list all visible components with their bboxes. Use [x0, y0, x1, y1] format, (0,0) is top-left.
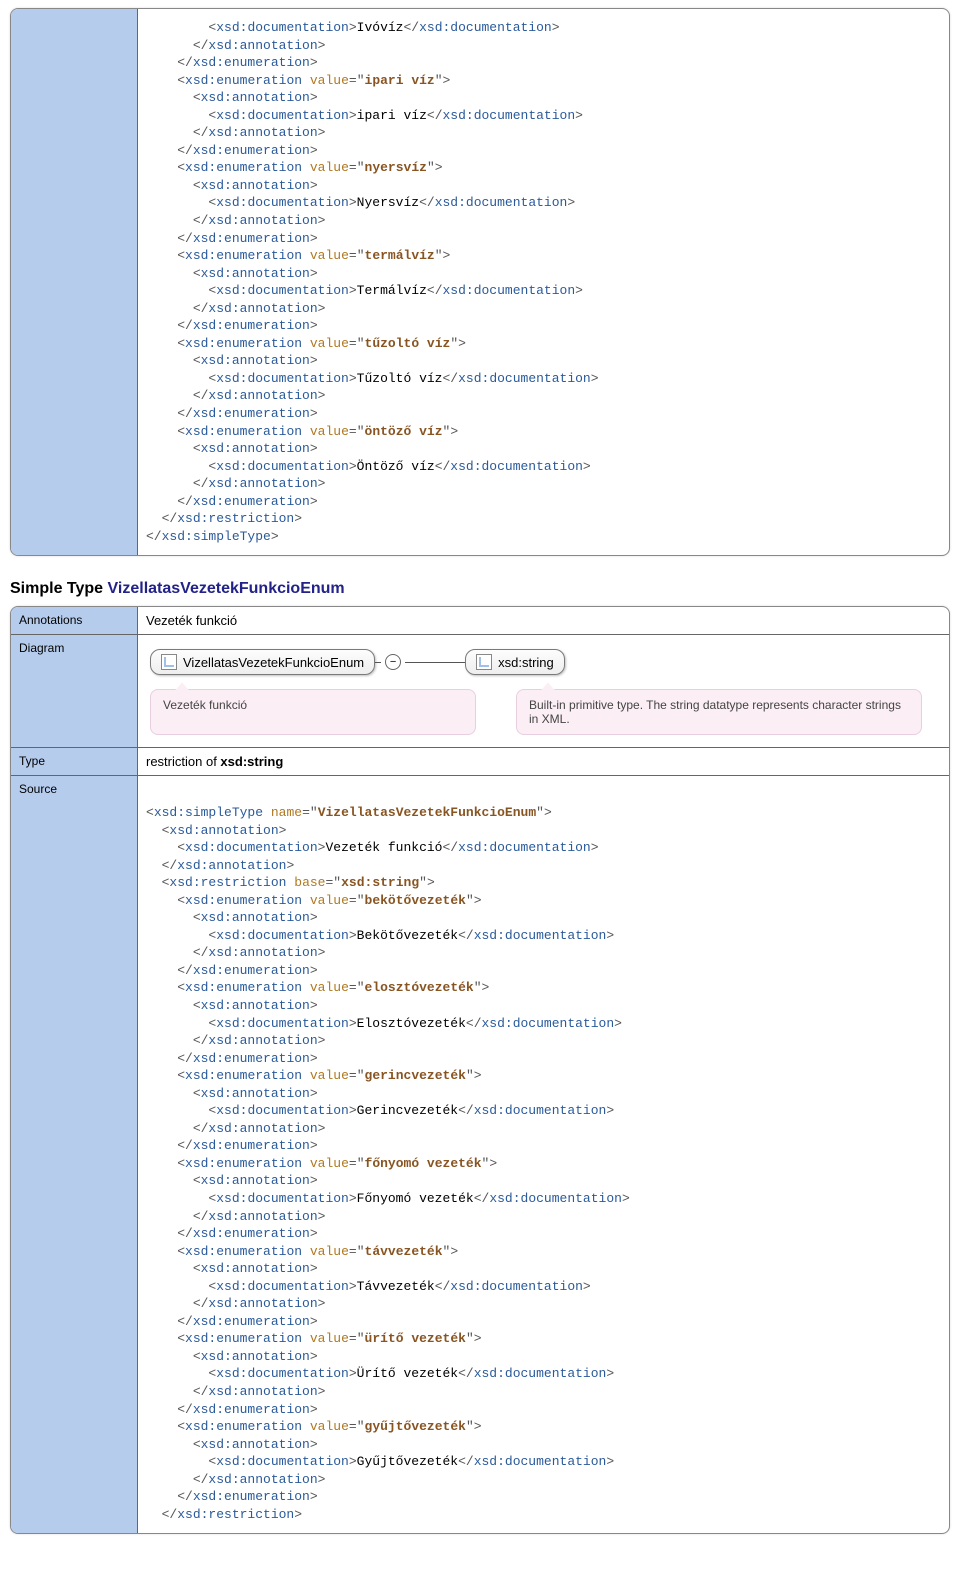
- type-prefix: restriction of: [146, 754, 220, 769]
- panel-source-partial: <xsd:documentation>Ivóvíz</xsd:documenta…: [10, 8, 950, 556]
- type-base: xsd:string: [220, 754, 283, 769]
- callout-right: Built-in primitive type. The string data…: [516, 689, 922, 735]
- source-cell-1: <xsd:documentation>Ivóvíz</xsd:documenta…: [138, 9, 950, 555]
- connector: [405, 662, 465, 663]
- label-blank: [11, 9, 138, 555]
- annotations-text: Vezeték funkció: [138, 607, 950, 635]
- connector: [375, 662, 381, 663]
- source-code-2: <xsd:simpleType name="VizellatasVezetekF…: [146, 786, 941, 1523]
- diagram-row: VizellatasVezetekFunkcioEnum − xsd:strin…: [150, 649, 937, 675]
- type-icon: [476, 654, 492, 670]
- type-icon: [161, 654, 177, 670]
- diagram-node-base[interactable]: xsd:string: [465, 649, 565, 675]
- diagram-node-type-label: VizellatasVezetekFunkcioEnum: [183, 655, 364, 670]
- label-annotations: Annotations: [11, 607, 138, 635]
- section-title-typename[interactable]: VizellatasVezetekFunkcioEnum: [108, 580, 345, 597]
- label-diagram: Diagram: [11, 635, 138, 748]
- source-cell-2: <xsd:simpleType name="VizellatasVezetekF…: [138, 776, 950, 1533]
- label-type: Type: [11, 748, 138, 776]
- type-value: restriction of xsd:string: [138, 748, 950, 776]
- section-title-prefix: Simple Type: [10, 580, 108, 597]
- source-code-1: <xsd:documentation>Ivóvíz</xsd:documenta…: [146, 19, 941, 545]
- callout-left: Vezeték funkció: [150, 689, 476, 735]
- section-title: Simple Type VizellatasVezetekFunkcioEnum: [10, 580, 950, 598]
- collapse-toggle-icon[interactable]: −: [385, 654, 401, 670]
- panel-type-definition: Annotations Vezeték funkció Diagram Vize…: [10, 606, 950, 1534]
- label-source: Source: [11, 776, 138, 1533]
- diagram-callouts: Vezeték funkció Built-in primitive type.…: [150, 689, 937, 735]
- diagram-node-type[interactable]: VizellatasVezetekFunkcioEnum: [150, 649, 375, 675]
- diagram-node-base-label: xsd:string: [498, 655, 554, 670]
- diagram-cell: VizellatasVezetekFunkcioEnum − xsd:strin…: [138, 635, 950, 748]
